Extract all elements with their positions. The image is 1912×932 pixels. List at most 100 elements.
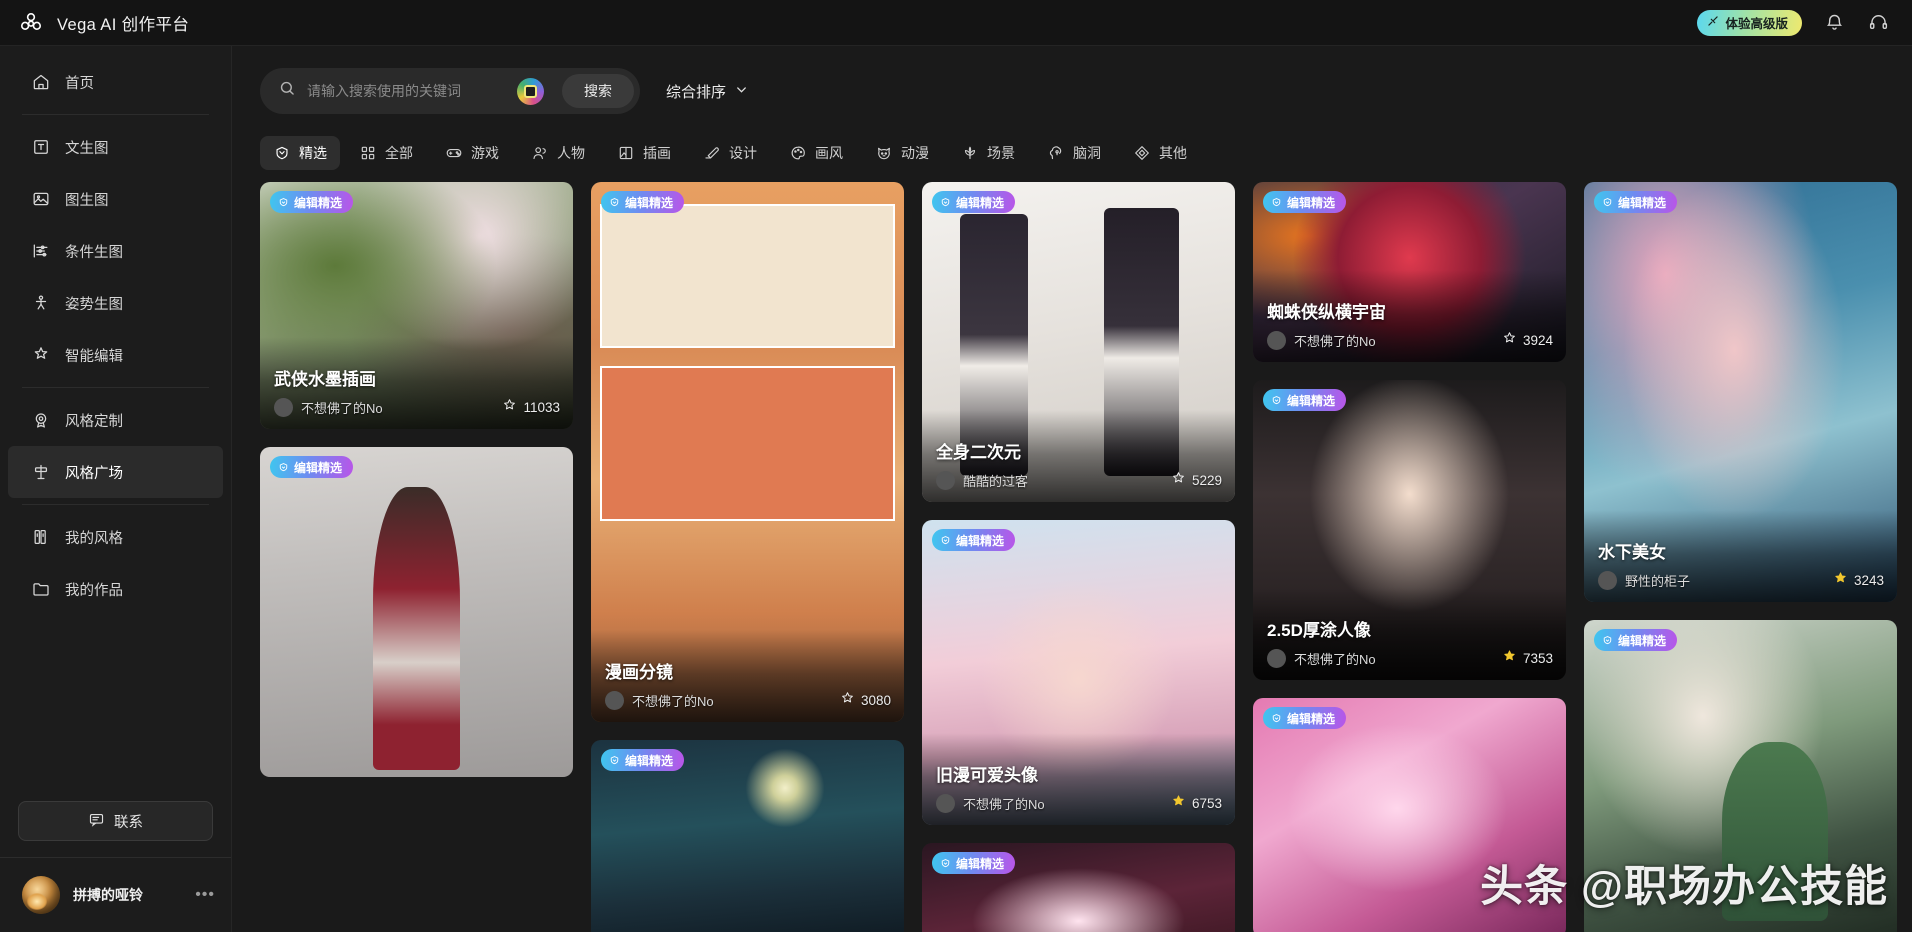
style-card[interactable]: 编辑精选 <box>260 447 573 777</box>
diamond-icon <box>1133 144 1151 162</box>
tab-label: 人物 <box>557 145 585 161</box>
tab-label: 游戏 <box>471 145 499 161</box>
tab-9[interactable]: 脑洞 <box>1034 136 1114 170</box>
style-card[interactable]: 编辑精选 全身二次元 酷酷的过客 5229 <box>922 182 1235 502</box>
author-name: 不想佛了的No <box>963 796 1045 812</box>
style-card[interactable]: 编辑精选 漫画分镜 不想佛了的No 3080 <box>591 182 904 722</box>
sidebar-item-label: 姿势生图 <box>65 296 123 313</box>
tab-3[interactable]: 人物 <box>518 136 598 170</box>
sidebar-item-label: 条件生图 <box>65 244 123 261</box>
gamepad-icon <box>445 144 463 162</box>
author-avatar <box>1267 330 1286 350</box>
magic-wand-icon <box>30 345 51 366</box>
author-name: 不想佛了的No <box>632 693 714 709</box>
brand[interactable]: Vega AI 创作平台 <box>18 10 189 36</box>
card-meta: 不想佛了的No 3080 <box>605 690 891 710</box>
editor-pick-badge: 编辑精选 <box>1594 629 1678 651</box>
sidebar-item-9[interactable]: 我的作品 <box>8 563 223 615</box>
author-avatar <box>936 793 955 813</box>
sidebar-item-5[interactable]: 智能编辑 <box>8 329 223 381</box>
search-row: 搜索 综合排序 <box>232 46 1912 114</box>
masonry-column-4: 编辑精选 水下美女 野性的柜子 3243 编辑精选 <box>1584 182 1897 932</box>
tab-1[interactable]: 全部 <box>346 136 426 170</box>
search-icon <box>278 79 297 103</box>
card-meta: 野性的柜子 3243 <box>1598 570 1884 590</box>
tab-2[interactable]: 游戏 <box>432 136 512 170</box>
contact-button[interactable]: 联系 <box>18 801 213 841</box>
sidebar-item-4[interactable]: 姿势生图 <box>8 277 223 329</box>
brand-title: Vega AI 创作平台 <box>57 15 190 34</box>
sidebar-item-3[interactable]: 条件生图 <box>8 225 223 277</box>
tab-4[interactable]: 插画 <box>604 136 684 170</box>
tab-0[interactable]: 精选 <box>260 136 340 170</box>
author-avatar <box>274 397 293 417</box>
author-name: 酷酷的过客 <box>963 473 1029 489</box>
style-card[interactable]: 编辑精选旧漫可爱头像不想佛了的No 6753 <box>922 520 1235 825</box>
star-count: 6753 <box>1191 795 1222 811</box>
card-title: 旧漫可爱头像 <box>936 766 1038 785</box>
tab-6[interactable]: 画风 <box>776 136 856 170</box>
design-pen-icon <box>703 144 721 162</box>
style-card[interactable]: 编辑精选 2.5D厚涂人像 不想佛了的No 7353 <box>1253 380 1566 680</box>
more-dots-icon[interactable]: ••• <box>195 886 215 904</box>
sidebar-item-8[interactable]: 我的风格 <box>8 511 223 563</box>
top-bar: Vega AI 创作平台 体验高级版 <box>0 0 1912 46</box>
style-card[interactable]: 编辑精选 <box>591 740 904 932</box>
editor-pick-badge: 编辑精选 <box>932 529 1016 551</box>
user-profile-row[interactable]: 拼搏的哑铃 ••• <box>0 858 231 932</box>
style-card[interactable]: 编辑精选 <box>1584 620 1897 932</box>
sidebar-item-label: 风格定制 <box>65 413 123 430</box>
style-card[interactable]: 编辑精选 蜘蛛侠纵横宇宙 不想佛了的No 3924 <box>1253 182 1566 362</box>
editor-pick-badge: 编辑精选 <box>601 191 685 213</box>
tab-8[interactable]: 场景 <box>948 136 1028 170</box>
image-to-image-icon <box>30 189 51 210</box>
diamond-badge-icon <box>608 754 621 767</box>
premium-upgrade-button[interactable]: 体验高级版 <box>1697 9 1802 36</box>
editor-pick-badge: 编辑精选 <box>932 852 1016 874</box>
books-icon <box>30 527 51 548</box>
people-icon <box>531 144 549 162</box>
sidebar-item-7[interactable]: 风格广场 <box>8 446 223 498</box>
bell-icon[interactable] <box>1822 11 1846 35</box>
sidebar-item-0[interactable]: 首页 <box>8 56 223 108</box>
style-card[interactable]: 编辑精选 <box>922 843 1235 932</box>
search-input[interactable] <box>307 83 507 99</box>
sidebar-item-label: 我的作品 <box>65 582 123 599</box>
heart-badge-icon <box>273 144 291 162</box>
masonry-grid: 编辑精选 武侠水墨插画 不想佛了的No 11033 编辑精选 编辑精选 漫画分镜 不想佛了的N… <box>260 182 1912 932</box>
sidebar-item-6[interactable]: 风格定制 <box>8 394 223 446</box>
home-icon <box>30 72 51 93</box>
sidebar-item-1[interactable]: 文生图 <box>8 121 223 173</box>
grid-icon <box>359 144 377 162</box>
card-info-overlay: 水下美女 野性的柜子 3243 <box>1584 510 1897 602</box>
search-submit-button[interactable]: 搜索 <box>562 74 634 108</box>
tab-10[interactable]: 其他 <box>1120 136 1200 170</box>
author-name: 不想佛了的No <box>1294 651 1376 667</box>
tab-5[interactable]: 设计 <box>690 136 770 170</box>
tab-label: 动漫 <box>901 145 929 161</box>
diamond-badge-icon <box>608 196 621 209</box>
star-icon <box>1171 793 1186 813</box>
masonry-column-2: 编辑精选 全身二次元 酷酷的过客 5229 编辑精选 旧漫可爱头像 不想佛了的No 6753 编… <box>922 182 1235 932</box>
style-card[interactable]: 编辑精选 武侠水墨插画 不想佛了的No 11033 <box>260 182 573 429</box>
sidebar-separator <box>22 504 209 505</box>
sort-dropdown[interactable]: 综合排序 <box>666 81 749 102</box>
sidebar-separator <box>22 387 209 388</box>
star-icon <box>1502 648 1517 668</box>
search-box[interactable]: 搜索 <box>260 68 640 114</box>
headset-icon[interactable] <box>1866 11 1890 35</box>
diamond-badge-icon <box>1270 712 1283 725</box>
style-card[interactable]: 编辑精选 水下美女 野性的柜子 3243 <box>1584 182 1897 602</box>
sidebar-item-2[interactable]: 图生图 <box>8 173 223 225</box>
badge-label: 编辑精选 <box>294 195 343 210</box>
author-avatar <box>1267 648 1286 668</box>
camera-search-icon[interactable] <box>517 77 544 105</box>
author-avatar <box>605 690 624 710</box>
tab-7[interactable]: 动漫 <box>862 136 942 170</box>
star-count: 5229 <box>1191 472 1222 488</box>
card-title: 蜘蛛侠纵横宇宙 <box>1267 303 1386 322</box>
masonry-column-1: 编辑精选 漫画分镜 不想佛了的No 3080 编辑精选 <box>591 182 904 932</box>
brain-icon <box>1047 144 1065 162</box>
style-card[interactable]: 编辑精选 <box>1253 698 1566 932</box>
